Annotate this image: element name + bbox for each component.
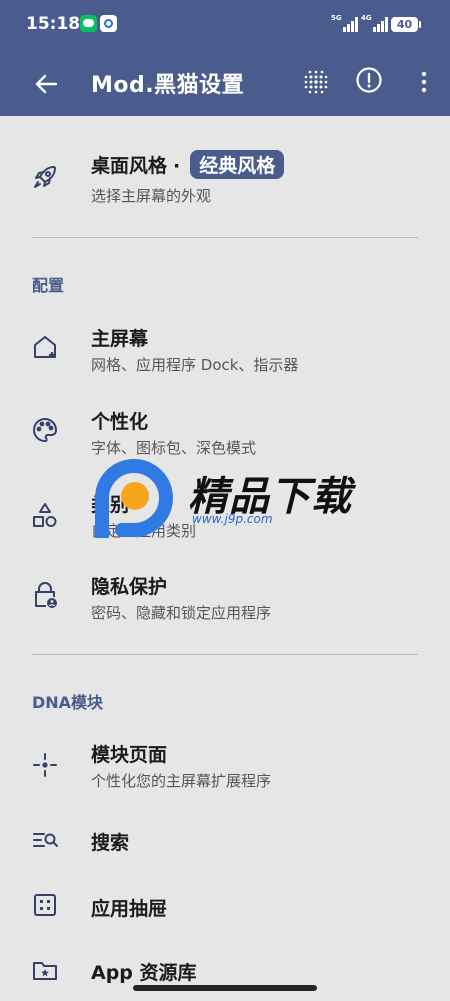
- page-title: Mod.黑猫设置: [91, 73, 245, 98]
- list-item-title: 个性化: [91, 411, 149, 433]
- list-item-search[interactable]: 搜索: [0, 820, 450, 860]
- palette-icon: [30, 415, 60, 445]
- home-plus-icon: [30, 332, 60, 362]
- list-item-app-library[interactable]: App 资源库: [0, 950, 450, 990]
- list-item-title: App 资源库: [91, 962, 197, 984]
- list-item-subtitle: 网格、应用程序 Dock、指示器: [91, 356, 299, 374]
- list-item-module-page[interactable]: 模块页面 个性化您的主屏幕扩展程序: [0, 736, 450, 796]
- theme-style-title: 桌面风格: [91, 155, 168, 177]
- signal-5g-label: 5G: [331, 14, 342, 22]
- wechat-notification-icon: [80, 15, 97, 32]
- watermark-logo: 精品下载 www.j9p.com: [92, 458, 354, 540]
- divider: [32, 654, 418, 655]
- signal-5g-icon: 5G: [331, 14, 358, 32]
- list-item-title: 隐私保护: [91, 576, 168, 598]
- signal-4g-icon: 4G: [361, 14, 388, 32]
- folder-star-icon: [30, 955, 60, 985]
- list-item-privacy[interactable]: 隐私保护 密码、隐藏和锁定应用程序: [0, 568, 450, 628]
- watermark-url: www.j9p.com: [192, 512, 273, 526]
- app-drawer-icon: [30, 890, 60, 920]
- dot-grid-icon[interactable]: [300, 66, 332, 98]
- rocket-icon: [30, 162, 60, 192]
- list-item-app-drawer[interactable]: 应用抽屉: [0, 886, 450, 926]
- theme-style-chip: 经典风格: [190, 150, 285, 179]
- watermark-p-icon: [95, 459, 173, 538]
- theme-style-subtitle: 选择主屏幕的外观: [91, 187, 212, 205]
- section-header-config: 配置: [32, 276, 65, 295]
- info-circle-icon[interactable]: [355, 66, 383, 94]
- section-header-dna: DNA模块: [32, 693, 104, 712]
- status-time: 15:18: [26, 14, 81, 34]
- gesture-nav-bar[interactable]: [133, 985, 317, 991]
- list-item-personalize[interactable]: 个性化 字体、图标包、深色模式: [0, 403, 450, 463]
- list-item-title: 模块页面: [91, 744, 168, 766]
- app-notification-icon: [100, 15, 117, 32]
- list-item-subtitle: 个性化您的主屏幕扩展程序: [91, 772, 272, 790]
- list-search-icon: [30, 825, 60, 855]
- more-vert-icon[interactable]: [414, 66, 434, 98]
- list-item-title: 主屏幕: [91, 328, 149, 350]
- title-separator: ·: [173, 155, 181, 177]
- crosshair-icon: [30, 750, 60, 780]
- list-item-title: 搜索: [91, 832, 130, 854]
- list-item-subtitle: 密码、隐藏和锁定应用程序: [91, 604, 272, 622]
- app-bar: Mod.黑猫设置: [0, 52, 450, 116]
- list-item-subtitle: 字体、图标包、深色模式: [91, 439, 257, 457]
- status-bar: 15:18 5G 4G 40: [0, 0, 450, 52]
- theme-style-item[interactable]: 桌面风格 · 经典风格 选择主屏幕的外观: [0, 146, 450, 216]
- list-item-title: 应用抽屉: [91, 898, 168, 920]
- list-item-home-screen[interactable]: 主屏幕 网格、应用程序 Dock、指示器: [0, 320, 450, 380]
- divider: [32, 237, 418, 238]
- battery-icon: 40: [391, 17, 421, 32]
- category-shapes-icon: [30, 500, 60, 530]
- lock-person-icon: [30, 580, 60, 610]
- arrow-left-icon[interactable]: [30, 68, 62, 100]
- signal-4g-label: 4G: [361, 14, 372, 22]
